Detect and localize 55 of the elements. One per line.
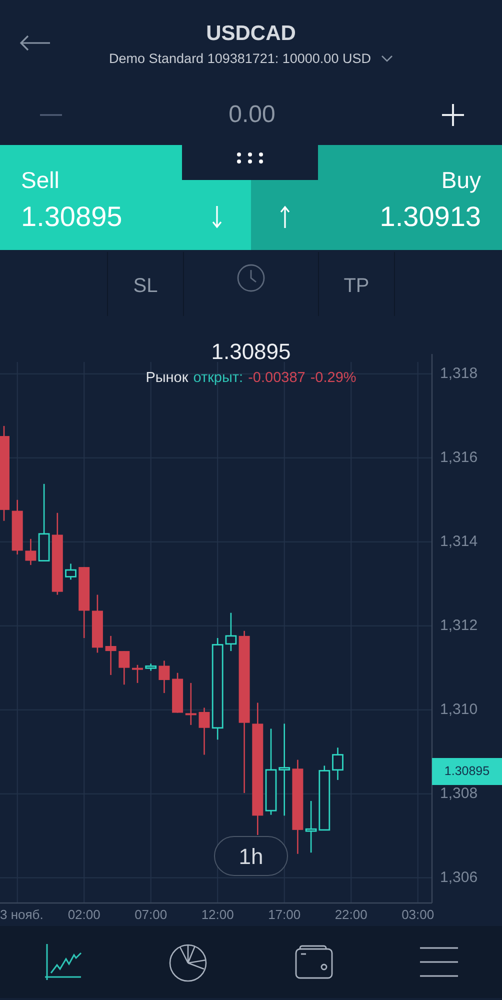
price-change: -0.00387 — [248, 369, 306, 388]
option-tab[interactable]: TP — [318, 252, 395, 316]
back-icon[interactable] — [19, 35, 51, 51]
candlestick — [172, 672, 184, 713]
candlestick — [25, 538, 36, 565]
candlestick — [198, 708, 210, 755]
account-selector[interactable]: Demo Standard 109381721: 10000.00 USD — [109, 50, 393, 68]
candlestick — [318, 766, 330, 831]
arrow-down-icon — [212, 205, 222, 229]
candlestick — [305, 800, 317, 853]
arrow-up-icon — [280, 205, 290, 229]
axis-label: 22:00 — [334, 907, 368, 923]
clock-icon — [237, 264, 265, 292]
plus-icon[interactable] — [442, 104, 464, 126]
timeframe-button[interactable]: 1h — [214, 836, 288, 876]
price-tag: 1.30895 — [432, 758, 502, 785]
candlestick — [145, 664, 157, 671]
axis-label: 1,316 — [440, 448, 478, 467]
candlestick — [105, 636, 116, 675]
axis-label: 1,312 — [440, 616, 478, 635]
wallet-icon[interactable] — [294, 945, 333, 979]
axis-label: 1,314 — [440, 532, 478, 551]
candlestick — [92, 594, 103, 653]
option-tab[interactable]: SL — [107, 252, 183, 316]
candlestick — [12, 500, 23, 554]
volume-value: 0.00 — [228, 100, 276, 130]
candlestick — [185, 682, 196, 725]
axis-label: 07:00 — [134, 907, 168, 923]
axis-label: 12:00 — [201, 907, 234, 923]
percent-change: -0.29% — [310, 369, 356, 388]
candlestick — [65, 564, 76, 580]
axis-label: 17:00 — [268, 907, 301, 923]
candlestick — [132, 664, 143, 683]
current-price: 1.30895 — [211, 338, 291, 366]
axis-label: 1,310 — [440, 700, 478, 719]
chart-icon[interactable] — [44, 943, 82, 981]
candlestick — [78, 567, 90, 638]
candlestick — [118, 651, 130, 685]
market-state: открыт: — [193, 369, 244, 388]
candlestick — [332, 748, 344, 780]
axis-label: 02:00 — [68, 907, 100, 923]
chevron-down-icon — [380, 55, 393, 63]
candlestick — [158, 660, 170, 694]
candlestick — [225, 612, 237, 652]
axis-label: 1,318 — [440, 364, 478, 383]
axis-label: 03:00 — [402, 907, 434, 923]
drag-handle-icon[interactable] — [236, 152, 264, 164]
axis-label: 3 нояб. — [0, 907, 44, 923]
axis-label: 1,308 — [440, 784, 478, 803]
buy-button[interactable]: Buy 1.30913 — [251, 145, 502, 250]
market-label: Рынок — [146, 369, 188, 388]
pie-chart-icon[interactable] — [168, 942, 208, 982]
menu-icon[interactable] — [420, 947, 458, 977]
axis-label: 1,306 — [440, 868, 478, 887]
window-title: USDCAD — [206, 21, 296, 47]
